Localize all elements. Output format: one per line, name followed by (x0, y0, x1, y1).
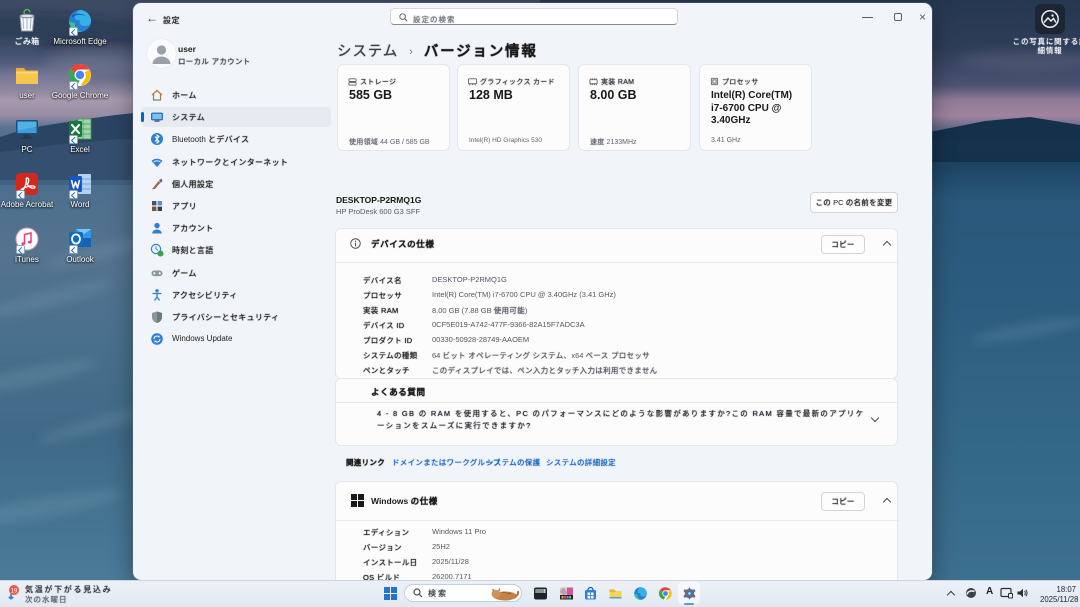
svg-text:19: 19 (11, 589, 18, 595)
